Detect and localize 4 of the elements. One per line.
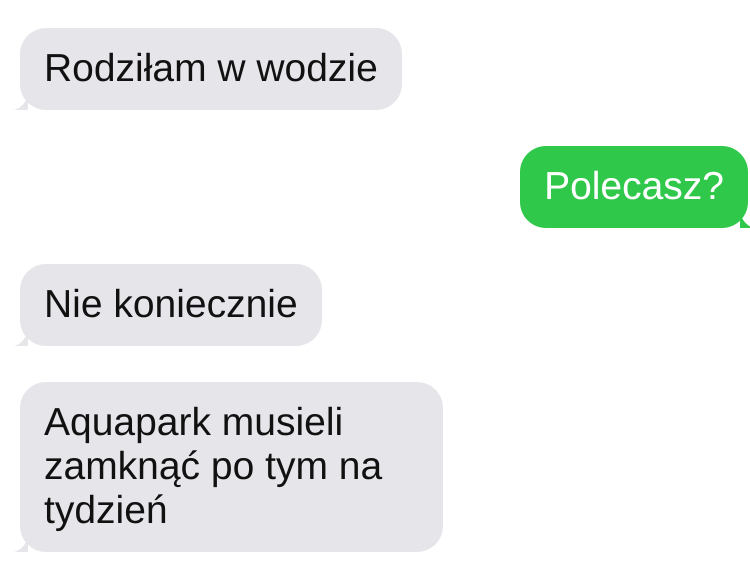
message-bubble: Rodziłam w wodzie bbox=[20, 28, 402, 110]
message-bubble: Polecasz? bbox=[520, 146, 748, 228]
message-bubble: Aquapark musieli zamknąć po tym na tydzień bbox=[20, 382, 443, 552]
message-bubble: Nie koniecznie bbox=[20, 264, 322, 346]
